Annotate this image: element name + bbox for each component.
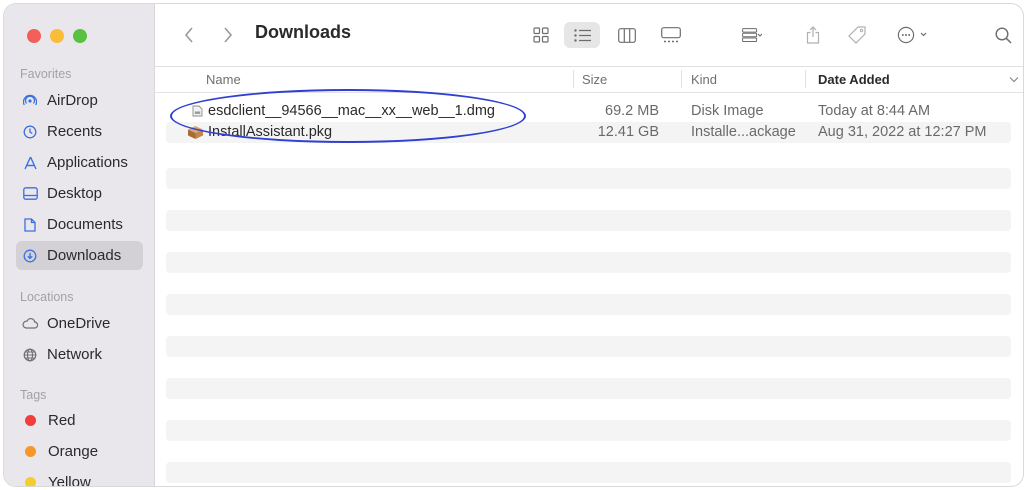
empty-row (166, 420, 1011, 441)
window-controls (27, 29, 87, 43)
sidebar-item-label: AirDrop (47, 92, 98, 109)
minimize-window-button[interactable] (50, 29, 64, 43)
search-icon (994, 26, 1012, 44)
file-kind: Installe...ackage (691, 124, 796, 140)
sidebar-item-label: Desktop (47, 185, 103, 202)
column-header-size[interactable]: Size (582, 72, 607, 87)
file-date-added: Today at 8:44 AM (818, 103, 931, 119)
column-divider[interactable] (805, 70, 806, 88)
sidebar-item-label: Downloads (47, 247, 122, 264)
sidebar-item-label: Applications (47, 154, 128, 171)
locations-section-label: Locations (20, 290, 74, 304)
window-title: Downloads (255, 22, 352, 42)
sidebar-tag-red[interactable]: Red (16, 406, 143, 435)
sidebar-item-desktop[interactable]: Desktop (16, 179, 143, 208)
list-view-button[interactable] (564, 22, 600, 48)
back-button[interactable] (179, 22, 199, 48)
column-headers: Name Size Kind Date Added (154, 66, 1023, 93)
sidebar-item-label: Recents (47, 123, 103, 140)
finder-window: Favorites AirDrop Recents Applications D… (4, 4, 1023, 486)
sort-chevron-down-icon[interactable] (1009, 76, 1019, 83)
sidebar-tag-yellow[interactable]: Yellow (16, 468, 143, 486)
column-view-button[interactable] (612, 22, 642, 48)
airdrop-icon (21, 94, 39, 108)
sidebar-item-applications[interactable]: Applications (16, 148, 143, 177)
grid-icon (533, 27, 549, 43)
sidebar-tag-orange[interactable]: Orange (16, 437, 143, 466)
sidebar: Favorites AirDrop Recents Applications D… (4, 4, 155, 486)
file-kind: Disk Image (691, 103, 764, 119)
sidebar-item-label: OneDrive (47, 315, 111, 332)
red-tag-icon (25, 415, 36, 426)
empty-row (166, 294, 1011, 315)
sidebar-item-airdrop[interactable]: AirDrop (16, 86, 143, 115)
ellipsis-circle-icon (897, 26, 927, 44)
sidebar-item-documents[interactable]: Documents (16, 210, 143, 239)
icon-view-button[interactable] (526, 22, 556, 48)
gallery-icon (661, 27, 681, 43)
search-button[interactable] (990, 22, 1016, 48)
sidebar-item-recents[interactable]: Recents (16, 117, 143, 146)
column-divider[interactable] (681, 70, 682, 88)
empty-row (166, 168, 1011, 189)
list-icon (573, 28, 591, 42)
empty-row (166, 462, 1011, 483)
applications-icon (21, 156, 39, 170)
forward-button[interactable] (218, 22, 238, 48)
favorites-section-label: Favorites (20, 67, 72, 81)
edit-tags-button[interactable] (844, 22, 870, 48)
file-size: 69.2 MB (605, 103, 659, 119)
group-by-button[interactable] (732, 22, 772, 48)
empty-row (166, 210, 1011, 231)
yellow-tag-icon (25, 477, 36, 486)
orange-tag-icon (25, 446, 36, 457)
cloud-icon (21, 318, 39, 329)
gallery-view-button[interactable] (654, 22, 688, 48)
column-divider[interactable] (573, 70, 574, 88)
group-icon (742, 28, 762, 42)
sidebar-item-label: Documents (47, 216, 123, 233)
download-icon (21, 249, 39, 263)
column-header-date-added[interactable]: Date Added (818, 72, 890, 87)
desktop-icon (21, 187, 39, 200)
sidebar-item-downloads[interactable]: Downloads (16, 241, 143, 270)
file-size: 12.41 GB (597, 124, 659, 140)
more-actions-button[interactable] (892, 22, 934, 48)
sidebar-item-label: Yellow (48, 474, 91, 486)
clock-icon (21, 125, 39, 139)
sidebar-item-label: Network (47, 346, 103, 363)
columns-icon (618, 27, 636, 43)
toolbar: Downloads (154, 4, 1023, 67)
chevron-right-icon (224, 27, 233, 43)
globe-icon (21, 348, 39, 362)
zoom-window-button[interactable] (73, 29, 87, 43)
close-window-button[interactable] (27, 29, 41, 43)
sidebar-item-network[interactable]: Network (16, 340, 143, 369)
annotation-ellipse (170, 89, 526, 143)
tag-icon (848, 26, 866, 44)
column-header-name[interactable]: Name (206, 72, 241, 87)
chevron-left-icon (184, 27, 193, 43)
sidebar-item-label: Red (48, 412, 76, 429)
share-icon (806, 26, 820, 44)
column-header-kind[interactable]: Kind (691, 72, 717, 87)
sidebar-item-label: Orange (48, 443, 99, 460)
empty-row (166, 252, 1011, 273)
document-icon (21, 217, 39, 232)
file-date-added: Aug 31, 2022 at 12:27 PM (818, 124, 987, 140)
share-button[interactable] (802, 22, 824, 48)
empty-row (166, 336, 1011, 357)
empty-row (166, 378, 1011, 399)
tags-section-label: Tags (20, 388, 47, 402)
sidebar-item-onedrive[interactable]: OneDrive (16, 309, 143, 338)
